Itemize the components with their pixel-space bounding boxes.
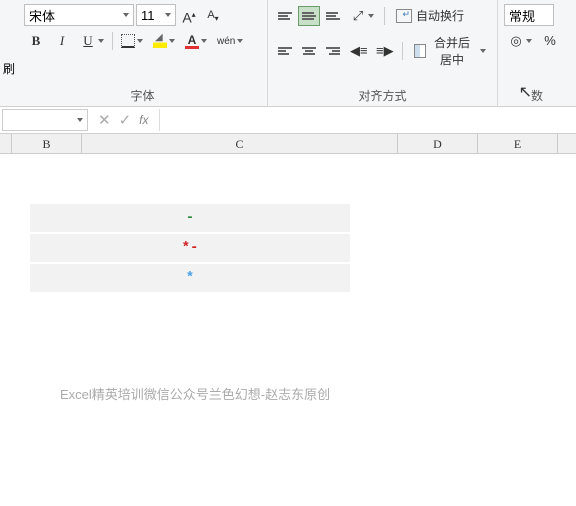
worksheet-area[interactable]: - *- * Excel精英培训微信公众号兰色幻想-赵志东原创	[0, 154, 576, 504]
col-header-B[interactable]: B	[12, 134, 82, 153]
underline-button[interactable]: U	[76, 30, 108, 52]
enter-icon[interactable]: ✓	[119, 111, 132, 129]
col-header-D[interactable]: D	[398, 134, 478, 153]
indent-icon: ≡▶	[376, 43, 392, 59]
data-block: - *- *	[30, 204, 350, 294]
col-header-C[interactable]: C	[82, 134, 398, 153]
currency-icon: ◎	[508, 33, 524, 49]
phonetic-button[interactable]: wén	[213, 33, 247, 50]
wrap-text-button[interactable]: 自动换行	[391, 4, 469, 27]
orientation-button[interactable]: ⤢	[346, 5, 378, 27]
bold-button[interactable]: B	[24, 30, 48, 52]
border-icon	[121, 34, 135, 48]
font-size-select[interactable]: 11	[136, 4, 176, 26]
paste-group: 刷	[0, 0, 18, 106]
align-right-button[interactable]	[322, 41, 344, 61]
wrap-icon	[396, 9, 412, 23]
align-group-label: 对齐方式	[274, 84, 491, 104]
merge-icon	[414, 44, 426, 58]
fill-color-button[interactable]	[149, 31, 179, 51]
align-right-icon	[326, 44, 340, 58]
formula-bar: ✕ ✓ fx	[0, 106, 576, 134]
number-format-select[interactable]: 常规	[504, 4, 554, 26]
align-bottom-button[interactable]	[322, 6, 344, 26]
cancel-icon[interactable]: ✕	[98, 111, 111, 129]
decrease-font-icon[interactable]: A▾	[202, 5, 224, 25]
number-group-label: 数	[504, 84, 570, 104]
currency-button[interactable]: ◎	[504, 30, 536, 52]
italic-button[interactable]: I	[50, 30, 74, 52]
credit-text: Excel精英培训微信公众号兰色幻想-赵志东原创	[60, 384, 330, 403]
align-group: ⤢ 自动换行 ◀≡ ≡▶ 合并后居中 对齐方式	[268, 0, 498, 106]
border-button[interactable]	[117, 31, 147, 51]
format-painter-label: 刷	[3, 60, 15, 77]
align-top-button[interactable]	[274, 6, 296, 26]
col-header-E[interactable]: E	[478, 134, 558, 153]
font-color-icon: A	[185, 34, 199, 49]
column-headers: B C D E	[0, 134, 576, 154]
align-center-button[interactable]	[298, 41, 320, 61]
formula-input[interactable]	[159, 109, 576, 131]
ribbon: 刷 宋体 11 A▴ A▾ B I U A wén 字体 ⤢ 自动换行	[0, 0, 576, 107]
bucket-icon	[153, 34, 167, 48]
font-group-label: 字体	[24, 84, 261, 104]
font-name-select[interactable]: 宋体	[24, 4, 134, 26]
select-all-corner[interactable]	[0, 134, 12, 153]
align-top-icon	[278, 9, 292, 23]
align-left-icon	[278, 44, 292, 58]
font-group: 宋体 11 A▴ A▾ B I U A wén 字体	[18, 0, 268, 106]
align-center-icon	[302, 44, 316, 58]
percent-button[interactable]: %	[538, 30, 562, 52]
align-left-button[interactable]	[274, 41, 296, 61]
merge-center-button[interactable]: 合并后居中	[409, 31, 491, 71]
fx-icon[interactable]: fx	[139, 113, 148, 127]
align-middle-button[interactable]	[298, 6, 320, 26]
align-middle-icon	[302, 9, 316, 23]
number-group: 常规 ◎ % 数	[498, 0, 576, 106]
orientation-icon: ⤢	[350, 8, 366, 24]
increase-indent-button[interactable]: ≡▶	[372, 40, 396, 62]
cell-row-2[interactable]: *-	[30, 234, 350, 262]
decrease-indent-button[interactable]: ◀≡	[346, 40, 370, 62]
cell-row-1[interactable]: -	[30, 204, 350, 232]
name-box[interactable]	[2, 109, 88, 131]
cell-row-3[interactable]: *	[30, 264, 350, 292]
font-color-button[interactable]: A	[181, 31, 211, 52]
align-bottom-icon	[326, 9, 340, 23]
outdent-icon: ◀≡	[350, 43, 366, 59]
increase-font-icon[interactable]: A▴	[178, 5, 200, 25]
